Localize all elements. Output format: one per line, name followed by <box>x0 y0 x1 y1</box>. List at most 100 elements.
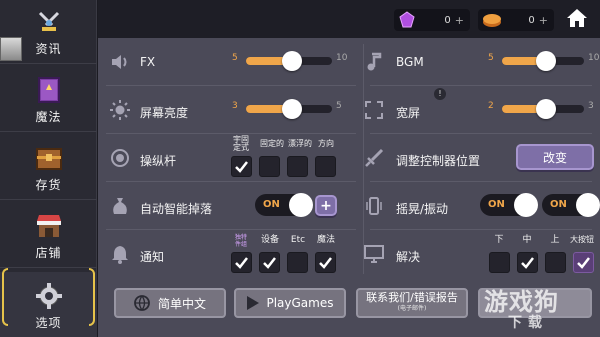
notify-col-magic: 魔法 <box>316 235 335 245</box>
resolution-mid-checkbox[interactable] <box>517 252 538 273</box>
brightness-min: 3 <box>232 101 238 111</box>
joystick-col-floating: 漂浮的 <box>288 139 312 148</box>
checkmark-icon <box>235 257 248 269</box>
fx-label: FX <box>140 55 156 69</box>
contact-button[interactable]: 联系我们/错误报告 (电子邮件) <box>356 288 468 318</box>
gem-icon <box>399 11 415 28</box>
bgm-max: 10 <box>588 53 600 63</box>
notify-unique-checkbox[interactable] <box>231 252 252 273</box>
slider-track[interactable] <box>246 99 332 119</box>
contact-label: 联系我们/错误报告 <box>366 291 458 304</box>
sidebar-item-magic[interactable]: 魔法 <box>0 68 97 132</box>
joystick-fixed-checkbox[interactable] <box>231 156 252 177</box>
bgm-min: 5 <box>488 53 494 63</box>
add-coins-button[interactable]: + <box>539 14 548 27</box>
resolution-col-high: 上 <box>550 235 560 245</box>
selection-bracket-right <box>89 268 95 326</box>
notify-device-checkbox[interactable] <box>259 252 280 273</box>
slider-knob[interactable] <box>536 99 556 119</box>
checkmark-icon <box>263 257 276 269</box>
fullscreen-icon <box>364 100 384 120</box>
slider-track[interactable] <box>246 51 332 71</box>
resolution-high-checkbox[interactable] <box>545 252 566 273</box>
loot-bag-icon <box>110 196 130 216</box>
sidebar-item-label: 店铺 <box>35 246 62 260</box>
playgames-label: PlayGames <box>266 296 334 310</box>
gem-counter[interactable]: 0 + <box>394 9 470 31</box>
slider-track[interactable] <box>502 99 584 119</box>
phone-vibrate-icon <box>364 196 384 216</box>
joystick-direction-checkbox[interactable] <box>315 156 336 177</box>
checkmark-icon <box>577 257 590 269</box>
language-button[interactable]: 简单中文 <box>114 288 226 318</box>
home-icon[interactable] <box>566 8 588 28</box>
treasure-chest-icon <box>34 144 64 172</box>
divider <box>370 229 592 230</box>
add-gems-button[interactable]: + <box>455 14 464 27</box>
fx-min: 5 <box>232 53 238 63</box>
sidebar-item-inventory[interactable]: 存货 <box>0 136 97 200</box>
play-icon <box>247 296 260 310</box>
watermark-sub: 下载 <box>508 315 548 331</box>
monitor-icon <box>364 244 384 264</box>
widescreen-max: 3 <box>588 101 594 111</box>
auto-pickup-add-button[interactable]: + <box>315 195 337 216</box>
coin-counter[interactable]: 0 + <box>478 9 554 31</box>
selection-bracket-left <box>2 268 8 326</box>
sidebar-item-options[interactable]: 选项 <box>0 272 97 337</box>
fx-max: 10 <box>336 53 348 63</box>
sword-icon <box>364 148 384 168</box>
resolution-col-mid: 中 <box>522 235 532 245</box>
slider-knob[interactable] <box>536 51 556 71</box>
divider <box>106 85 356 86</box>
slider-track[interactable] <box>502 51 584 71</box>
sidebar-item-shop[interactable]: 店铺 <box>0 204 97 268</box>
crossed-swords-icon <box>34 8 64 36</box>
sidebar-item-label: 资讯 <box>35 42 62 56</box>
spellbook-icon <box>34 76 64 104</box>
speaker-icon <box>110 52 130 72</box>
divider <box>106 181 356 182</box>
toggle-state: ON <box>550 199 567 210</box>
notify-etc-checkbox[interactable] <box>287 252 308 273</box>
change-controller-button[interactable]: 改变 <box>516 144 594 170</box>
notify-col-etc: Etc <box>290 235 306 245</box>
globe-icon <box>134 295 150 311</box>
avatar <box>0 37 22 61</box>
resolution-low-checkbox[interactable] <box>489 252 510 273</box>
options-panel: 0 + 0 + FX 5 10 BGM 5 10 ! 屏幕亮度 3 5 宽屏 2… <box>98 0 600 337</box>
joystick-label: 操纵杆 <box>140 154 177 168</box>
fx-slider[interactable]: 5 10 <box>232 49 348 73</box>
language-label: 简单中文 <box>157 296 206 311</box>
slider-knob[interactable] <box>282 51 302 71</box>
joystick-static-checkbox[interactable] <box>259 156 280 177</box>
shake-toggle[interactable]: ON <box>480 193 538 217</box>
slider-knob[interactable] <box>282 99 302 119</box>
adjust-controller-label: 调整控制器位置 <box>396 154 481 168</box>
notify-col-device: 设备 <box>260 235 279 245</box>
resolution-col-big-buttons: 大按钮 <box>570 235 594 244</box>
playgames-button[interactable]: PlayGames <box>234 288 346 318</box>
widescreen-slider[interactable]: 2 3 <box>488 97 600 121</box>
divider <box>106 133 356 134</box>
bgm-slider[interactable]: 5 10 <box>488 49 600 73</box>
joystick-floating-checkbox[interactable] <box>287 156 308 177</box>
sidebar-item-label: 魔法 <box>35 110 62 124</box>
brightness-slider[interactable]: 3 5 <box>232 97 348 121</box>
checkmark-icon <box>521 257 534 269</box>
info-icon[interactable]: ! <box>434 88 446 100</box>
joystick-col-fixed: 宇固 定式 <box>233 135 249 152</box>
resolution-col-low: 下 <box>494 235 504 245</box>
resolution-label: 解决 <box>396 250 421 264</box>
joystick-icon <box>110 148 130 168</box>
coin-count: 0 <box>528 14 535 26</box>
brightness-label: 屏幕亮度 <box>140 106 189 120</box>
toggle-knob <box>289 193 313 217</box>
gem-count: 0 <box>444 14 451 26</box>
big-buttons-checkbox[interactable] <box>573 252 594 273</box>
vibrate-toggle[interactable]: ON <box>542 193 600 217</box>
bell-icon <box>110 244 130 264</box>
auto-pickup-toggle[interactable]: ON <box>255 193 313 217</box>
notify-magic-checkbox[interactable] <box>315 252 336 273</box>
sun-icon <box>110 100 130 120</box>
